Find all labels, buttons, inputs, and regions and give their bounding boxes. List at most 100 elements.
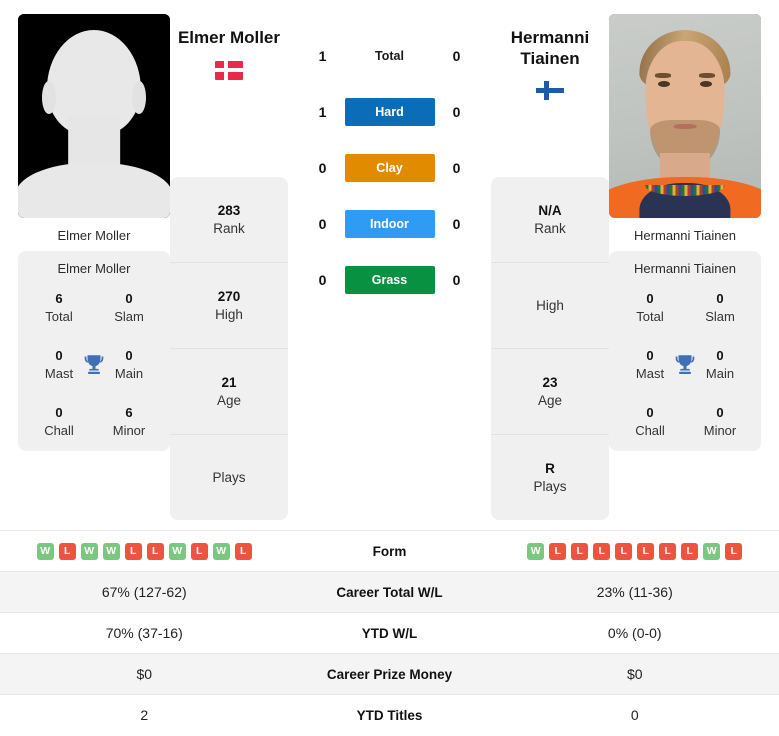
left-titles-card-name: Elmer Moller — [24, 261, 164, 276]
left-titles-chall-label: Chall — [24, 422, 94, 440]
right-titles-card-name: Hermanni Tiainen — [615, 261, 755, 276]
player-portrait-image — [609, 14, 761, 218]
right-titles-total-label: Total — [615, 308, 685, 326]
form-badge-loss: L — [235, 543, 252, 560]
trophy-icon — [672, 352, 698, 378]
form-badge-loss: L — [571, 543, 588, 560]
right-form-badges: WLLLLLLLWL — [497, 543, 774, 560]
right-titles-slam-value: 0 — [685, 290, 755, 308]
left-info-age: 21 Age — [170, 349, 288, 435]
form-badge-loss: L — [549, 543, 566, 560]
denmark-flag-icon — [215, 61, 243, 80]
left-titles-minor: 6 Minor — [94, 404, 164, 439]
row-label-form: Form — [289, 531, 491, 572]
left-player-photo-caption: Elmer Moller — [18, 226, 170, 243]
right-age-label: Age — [538, 392, 562, 410]
right-career-total-wl: 23% (11-36) — [491, 572, 779, 613]
left-ytd-titles: 2 — [0, 695, 289, 736]
right-player-photo-caption: Hermanni Tiainen — [609, 226, 761, 243]
right-info-high: High — [491, 263, 609, 349]
right-ytd-wl: 0% (0-0) — [491, 613, 779, 654]
table-row-form: WLWWLLWLWL Form WLLLLLLLWL — [0, 531, 779, 572]
left-titles-total-label: Total — [24, 308, 94, 326]
left-form-cell: WLWWLLWLWL — [0, 531, 289, 572]
right-info-rank: N/A Rank — [491, 177, 609, 263]
right-info-column: N/A Rank High 23 Age R Plays — [491, 46, 609, 520]
table-row-career-total-wl: 67% (127-62) Career Total W/L 23% (11-36… — [0, 572, 779, 613]
comparison-stats-table: WLWWLLWLWL Form WLLLLLLLWL 67% (127-62) … — [0, 530, 779, 736]
left-info-high: 270 High — [170, 263, 288, 349]
left-high-label: High — [215, 306, 243, 324]
left-rank-label: Rank — [213, 220, 245, 238]
left-plays-label: Plays — [212, 469, 245, 487]
row-label-ytd-wl: YTD W/L — [289, 613, 491, 654]
row-label-career-prize-money: Career Prize Money — [289, 654, 491, 695]
right-info-card: N/A Rank High 23 Age R Plays — [491, 177, 609, 520]
right-player-photo[interactable] — [609, 14, 761, 218]
left-rank-value: 283 — [218, 202, 241, 220]
right-titles-slam-label: Slam — [685, 308, 755, 326]
left-titles-slam: 0 Slam — [94, 290, 164, 325]
form-badge-loss: L — [659, 543, 676, 560]
left-titles-chall-value: 0 — [24, 404, 94, 422]
left-form-badges: WLWWLLWLWL — [6, 543, 283, 560]
right-titles-minor-label: Minor — [685, 422, 755, 440]
info-cards-row: 283 Rank 270 High 21 Age Plays — [170, 46, 609, 520]
form-badge-loss: L — [59, 543, 76, 560]
right-ytd-titles: 0 — [491, 695, 779, 736]
form-badge-loss: L — [725, 543, 742, 560]
form-badge-loss: L — [125, 543, 142, 560]
table-row-ytd-wl: 70% (37-16) YTD W/L 0% (0-0) — [0, 613, 779, 654]
form-badge-loss: L — [147, 543, 164, 560]
left-info-card: 283 Rank 270 High 21 Age Plays — [170, 177, 288, 520]
left-career-total-wl: 67% (127-62) — [0, 572, 289, 613]
left-titles-total: 6 Total — [24, 290, 94, 325]
right-titles-chall-value: 0 — [615, 404, 685, 422]
form-badge-loss: L — [191, 543, 208, 560]
left-titles-chall: 0 Chall — [24, 404, 94, 439]
left-high-value: 270 — [218, 288, 241, 306]
left-age-value: 21 — [221, 374, 236, 392]
right-rank-value: N/A — [538, 202, 561, 220]
form-badge-win: W — [213, 543, 230, 560]
left-player-column: Elmer Moller Elmer Moller 6 Total 0 Slam… — [18, 14, 170, 451]
right-plays-value: R — [545, 460, 555, 478]
table-row-career-prize-money: $0 Career Prize Money $0 — [0, 654, 779, 695]
right-titles-total-value: 0 — [615, 290, 685, 308]
left-ytd-wl: 70% (37-16) — [0, 613, 289, 654]
right-info-plays: R Plays — [491, 435, 609, 520]
right-career-prize-money: $0 — [491, 654, 779, 695]
left-info-plays: Plays — [170, 435, 288, 520]
left-age-label: Age — [217, 392, 241, 410]
right-titles-grid: 0 Total 0 Slam 0 Mast 0 Main 0 Chall — [615, 290, 755, 439]
table-row-ytd-titles: 2 YTD Titles 0 — [0, 695, 779, 736]
form-badge-win: W — [169, 543, 186, 560]
left-titles-slam-value: 0 — [94, 290, 164, 308]
player-comparison-header: Elmer Moller Elmer Moller 6 Total 0 Slam… — [0, 0, 779, 520]
left-titles-minor-label: Minor — [94, 422, 164, 440]
form-badge-win: W — [81, 543, 98, 560]
left-player-photo[interactable] — [18, 14, 170, 218]
right-titles-minor-value: 0 — [685, 404, 755, 422]
form-badge-win: W — [527, 543, 544, 560]
right-high-label: High — [536, 297, 564, 315]
right-titles-chall-label: Chall — [615, 422, 685, 440]
right-rank-label: Rank — [534, 220, 566, 238]
left-career-prize-money: $0 — [0, 654, 289, 695]
left-info-rank: 283 Rank — [170, 177, 288, 263]
trophy-icon — [81, 352, 107, 378]
right-player-column: Hermanni Tiainen Hermanni Tiainen 0 Tota… — [609, 14, 761, 451]
right-info-age: 23 Age — [491, 349, 609, 435]
silhouette-avatar-icon — [18, 14, 170, 218]
form-badge-win: W — [103, 543, 120, 560]
left-titles-slam-label: Slam — [94, 308, 164, 326]
right-age-value: 23 — [542, 374, 557, 392]
left-info-column: 283 Rank 270 High 21 Age Plays — [170, 46, 288, 520]
right-titles-minor: 0 Minor — [685, 404, 755, 439]
left-titles-grid: 6 Total 0 Slam 0 Mast 0 Main 0 Chall — [24, 290, 164, 439]
right-player-titles-card: Hermanni Tiainen 0 Total 0 Slam 0 Mast 0… — [609, 251, 761, 451]
right-titles-slam: 0 Slam — [685, 290, 755, 325]
row-label-career-total-wl: Career Total W/L — [289, 572, 491, 613]
right-plays-label: Plays — [533, 478, 566, 496]
left-player-titles-card: Elmer Moller 6 Total 0 Slam 0 Mast 0 Mai… — [18, 251, 170, 451]
